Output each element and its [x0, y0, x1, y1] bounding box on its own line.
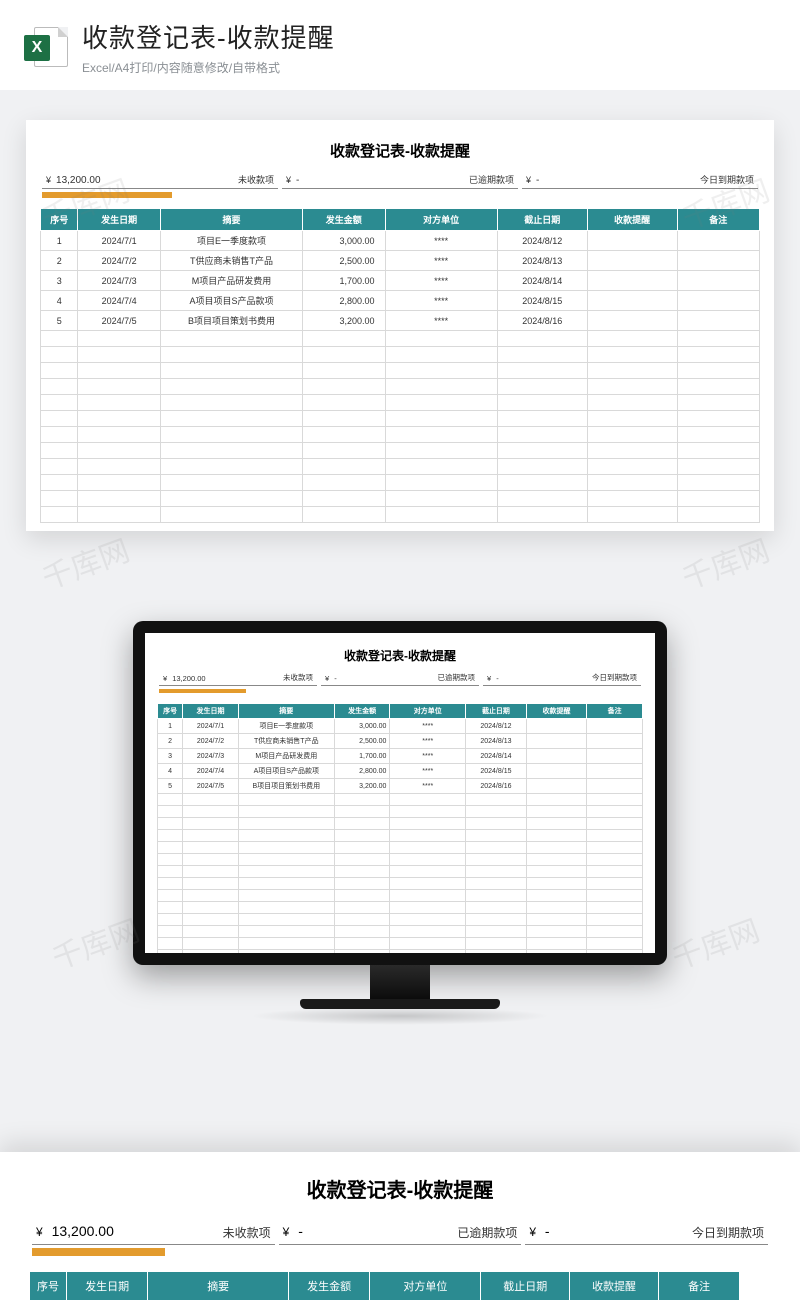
table-row [158, 902, 643, 914]
column-header: 对方单位 [390, 704, 466, 719]
summary-block: ¥ 13,200.00 未收款项 [157, 672, 319, 693]
table-row [41, 427, 760, 443]
table-row: 42024/7/4A项目项目S产品款项 2,800.00**** 2024/8/… [41, 291, 760, 311]
spreadsheet-preview-top: 收款登记表-收款提醒 ¥ 13,200.00 未收款项 ¥ - 已逾期款项 [26, 120, 774, 531]
column-header: 发生日期 [78, 209, 160, 231]
summary-block: ¥ 13,200.00 未收款项 [30, 1223, 277, 1256]
spreadsheet-preview-bottom: 收款登记表-收款提醒 ¥ 13,200.00 未收款项 ¥ - 已逾期款项 [0, 1152, 800, 1300]
column-header: 发生日期 [183, 704, 239, 719]
column-header: 对方单位 [385, 209, 497, 231]
table-header-row: 序号发生日期摘要发生金额对方单位截止日期收款提醒备注 [30, 1272, 770, 1300]
page-subtitle: Excel/A4打印/内容随意修改/自带格式 [82, 59, 335, 76]
table-row [158, 806, 643, 818]
table-row [158, 890, 643, 902]
column-header: 发生金额 [303, 209, 385, 231]
table-row [41, 411, 760, 427]
table-row [41, 443, 760, 459]
page-title: 收款登记表-收款提醒 [82, 18, 335, 55]
table-row: 12024/7/1项目E一季度款项 3,000.00**** 2024/8/12 [158, 719, 643, 734]
table-row: 42024/7/4A项目项目S产品款项 2,800.00**** 2024/8/… [158, 764, 643, 779]
column-header: 备注 [659, 1272, 740, 1300]
column-header: 截止日期 [481, 1272, 570, 1300]
summary-row: ¥ 13,200.00 未收款项 ¥ - 已逾期款项 ¥ - [157, 672, 643, 693]
column-header: 收款提醒 [526, 704, 587, 719]
column-header: 备注 [677, 209, 759, 231]
column-header: 截止日期 [497, 209, 587, 231]
column-header: 序号 [158, 704, 183, 719]
table-row: 12024/7/1项目E一季度款项 3,000.00**** 2024/8/12 [41, 231, 760, 251]
summary-block: ¥ - 今日到期款项 [520, 173, 760, 198]
column-header: 序号 [41, 209, 78, 231]
summary-block: ¥ - 今日到期款项 [481, 672, 643, 693]
table-row [158, 818, 643, 830]
column-header: 摘要 [238, 704, 334, 719]
table-row [158, 914, 643, 926]
table-row [41, 379, 760, 395]
table-row: 52024/7/5B项目项目策划书费用 3,200.00**** 2024/8/… [158, 779, 643, 794]
table-row [158, 926, 643, 938]
table-row [158, 794, 643, 806]
table-row [158, 950, 643, 954]
table-row [41, 491, 760, 507]
excel-file-icon: X [24, 25, 68, 69]
table-row [158, 878, 643, 890]
table-row [41, 459, 760, 475]
summary-block: ¥ - 已逾期款项 [277, 1223, 524, 1256]
column-header: 对方单位 [370, 1272, 481, 1300]
column-header: 摘要 [148, 1272, 289, 1300]
table-row [158, 830, 643, 842]
column-header: 备注 [587, 704, 643, 719]
spreadsheet-preview-monitor: 收款登记表-收款提醒 ¥ 13,200.00 未收款项 ¥ - 已逾期款项 [145, 633, 655, 953]
table-row: 22024/7/2T供应商未销售T产品 2,500.00**** 2024/8/… [158, 734, 643, 749]
table-row: 32024/7/3M项目产品研发费用 1,700.00**** 2024/8/1… [41, 271, 760, 291]
page-header: X 收款登记表-收款提醒 Excel/A4打印/内容随意修改/自带格式 [0, 0, 800, 90]
summary-block: ¥ - 今日到期款项 [523, 1223, 770, 1256]
summary-row: ¥ 13,200.00 未收款项 ¥ - 已逾期款项 ¥ - [30, 1223, 770, 1256]
summary-row: ¥ 13,200.00 未收款项 ¥ - 已逾期款项 ¥ - [40, 173, 760, 198]
column-header: 序号 [30, 1272, 67, 1300]
data-table: 序号发生日期摘要发生金额对方单位截止日期收款提醒备注 12024/7/1项目E一… [157, 703, 643, 953]
summary-block: ¥ - 已逾期款项 [319, 672, 481, 693]
sheet-title: 收款登记表-收款提醒 [40, 140, 760, 161]
table-row [41, 347, 760, 363]
table-row [158, 866, 643, 878]
table-row: 32024/7/3M项目产品研发费用 1,700.00**** 2024/8/1… [158, 749, 643, 764]
column-header: 截止日期 [466, 704, 527, 719]
summary-block: ¥ 13,200.00 未收款项 [40, 173, 280, 198]
table-row [158, 842, 643, 854]
table-row [158, 854, 643, 866]
table-row [158, 938, 643, 950]
column-header: 发生日期 [67, 1272, 148, 1300]
table-row: 52024/7/5B项目项目策划书费用 3,200.00**** 2024/8/… [41, 311, 760, 331]
summary-block: ¥ - 已逾期款项 [280, 173, 520, 198]
column-header: 发生金额 [334, 704, 390, 719]
column-header: 收款提醒 [570, 1272, 659, 1300]
table-row [41, 507, 760, 523]
column-header: 摘要 [160, 209, 302, 231]
table-row [41, 331, 760, 347]
data-table: 序号发生日期摘要发生金额对方单位截止日期收款提醒备注 12024/7/1项目E一… [40, 208, 760, 523]
column-header: 收款提醒 [587, 209, 677, 231]
table-row [41, 475, 760, 491]
table-row: 22024/7/2T供应商未销售T产品 2,500.00**** 2024/8/… [41, 251, 760, 271]
monitor-mockup: 收款登记表-收款提醒 ¥ 13,200.00 未收款项 ¥ - 已逾期款项 [0, 621, 800, 1025]
table-row [41, 395, 760, 411]
sheet-title: 收款登记表-收款提醒 [30, 1174, 770, 1203]
column-header: 发生金额 [289, 1272, 370, 1300]
sheet-title: 收款登记表-收款提醒 [157, 647, 643, 664]
table-row [41, 363, 760, 379]
